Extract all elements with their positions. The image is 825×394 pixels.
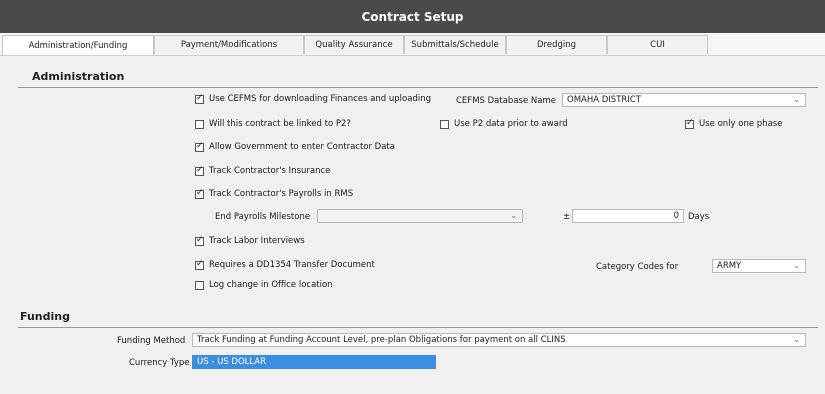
funding-section-title: Funding [20, 310, 70, 323]
window-title: Contract Setup [361, 9, 464, 24]
chevron-down-icon: ⌄ [793, 261, 800, 270]
checkbox-box [195, 280, 204, 290]
tab-quality-assurance[interactable]: Quality Assurance [304, 35, 404, 54]
dd1354-checkbox[interactable]: Requires a DD1354 Transfer Document [195, 259, 375, 270]
tab-administration-funding[interactable]: Administration/Funding [2, 35, 154, 55]
cefms-database-label: CEFMS Database Name [456, 96, 556, 106]
checkbox-box [195, 119, 204, 129]
tab-payment-modifications[interactable]: Payment/Modifications [154, 35, 304, 54]
tab-cui[interactable]: CUI [607, 35, 708, 54]
checkmark-icon [195, 141, 204, 152]
checkmark-icon [195, 188, 204, 199]
track-labor-checkbox[interactable]: Track Labor Interviews [195, 235, 305, 246]
category-codes-label: Category Codes for [596, 262, 679, 272]
checkbox-box [440, 119, 449, 129]
tab-dredging[interactable]: Dredging [506, 35, 607, 54]
currency-type-label: Currency Type [129, 358, 190, 368]
one-phase-checkbox[interactable]: Use only one phase [685, 118, 782, 129]
chevron-down-icon: ⌄ [793, 95, 800, 104]
checkmark-icon [195, 235, 204, 246]
use-cefms-checkbox[interactable]: Use CEFMS for downloading Finances and u… [195, 93, 431, 104]
currency-type-select[interactable]: US - US DOLLAR [192, 355, 436, 369]
log-office-checkbox[interactable]: Log change in Office location [195, 280, 333, 290]
tab-submittals-schedule[interactable]: Submittals/Schedule [404, 35, 506, 54]
checkmark-icon [195, 165, 204, 176]
funding-divider [18, 327, 818, 328]
use-p2-data-checkbox[interactable]: Use P2 data prior to award [440, 119, 568, 129]
track-payrolls-checkbox[interactable]: Track Contractor's Payrolls in RMS [195, 188, 353, 199]
category-codes-select[interactable]: ARMY ⌄ [712, 259, 806, 273]
funding-method-label: Funding Method [117, 336, 186, 346]
end-payrolls-milestone-select[interactable]: ⌄ [317, 209, 523, 223]
administration-section-title: Administration [32, 70, 125, 83]
checkmark-icon [195, 259, 204, 270]
administration-divider [18, 87, 818, 88]
cefms-database-select[interactable]: OMAHA DISTRICT ⌄ [562, 93, 806, 107]
tab-bar: Administration/Funding Payment/Modificat… [0, 33, 825, 56]
days-label: Days [688, 212, 710, 222]
allow-government-checkbox[interactable]: Allow Government to enter Contractor Dat… [195, 141, 395, 152]
track-insurance-checkbox[interactable]: Track Contractor's Insurance [195, 165, 330, 176]
days-offset-input[interactable]: 0 [572, 209, 684, 223]
end-payrolls-label: End Payrolls Milestone [215, 212, 311, 222]
chevron-down-icon: ⌄ [510, 211, 517, 220]
checkmark-icon [685, 118, 694, 129]
administration-funding-panel: Administration Use CEFMS for downloading… [12, 62, 822, 390]
linked-p2-checkbox[interactable]: Will this contract be linked to P2? [195, 119, 351, 129]
window-title-bar: Contract Setup [0, 0, 825, 33]
checkmark-icon [195, 93, 204, 104]
plus-minus-symbol: ± [563, 212, 571, 222]
funding-method-select[interactable]: Track Funding at Funding Account Level, … [192, 333, 806, 347]
chevron-down-icon: ⌄ [793, 335, 800, 344]
